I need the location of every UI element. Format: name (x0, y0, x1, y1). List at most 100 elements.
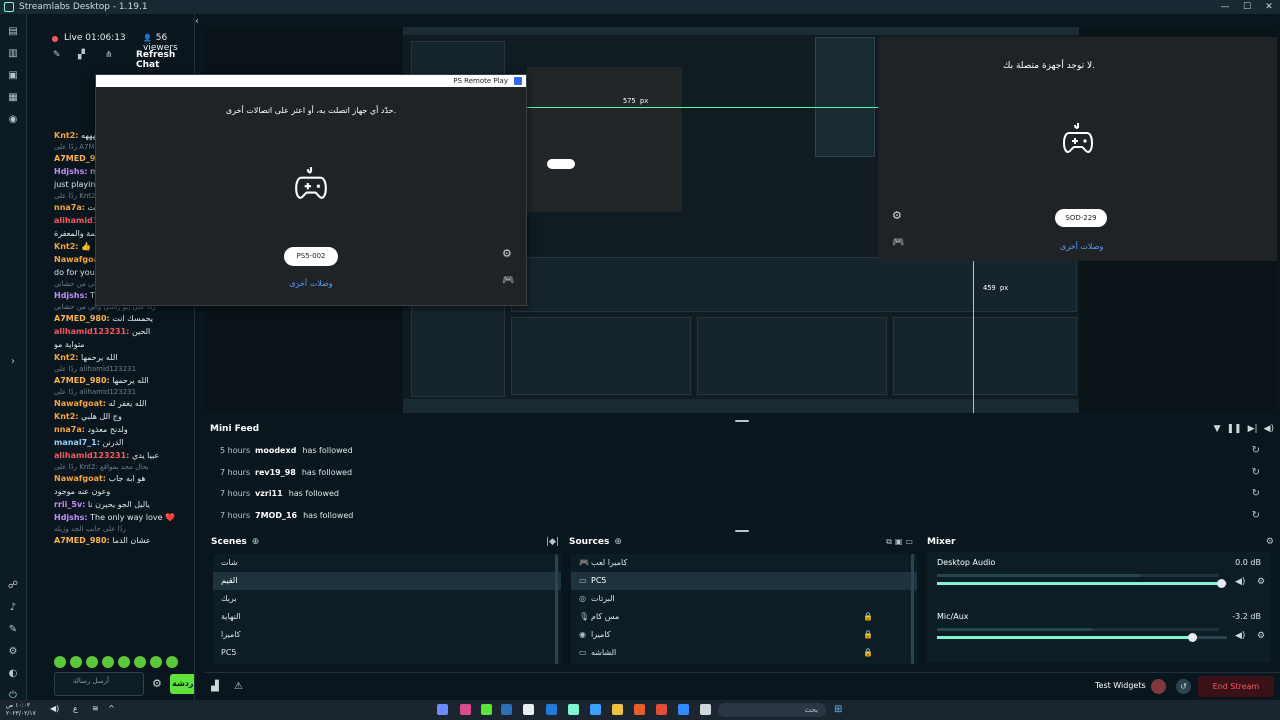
collab-icon[interactable]: ☍ (7, 580, 19, 592)
emote-icon[interactable] (86, 656, 98, 668)
alert-icon[interactable]: ⚠ (234, 681, 243, 692)
tray-chevron-icon[interactable]: ^ (108, 704, 115, 713)
themes-icon[interactable]: ▦ (7, 92, 19, 104)
chat-username[interactable]: Knt2: (54, 353, 78, 362)
chat-settings-icon[interactable]: ⚙ (152, 677, 162, 690)
edge-icon[interactable] (590, 704, 601, 715)
source-item[interactable]: 🎙 مس كام 🔒 (571, 608, 917, 626)
steam-icon[interactable] (501, 704, 512, 715)
app-icon[interactable] (678, 704, 689, 715)
ps-window-title[interactable]: PS Remote Play (96, 75, 526, 87)
chat-input[interactable]: أرسل رسالة (54, 672, 144, 696)
mixer-settings-icon[interactable]: ⚙ (1266, 537, 1274, 547)
chat-username[interactable]: A7MED_980: (54, 536, 110, 545)
editor-icon[interactable]: ▤ (7, 26, 19, 38)
emote-icon[interactable] (166, 656, 178, 668)
app-icon[interactable] (546, 704, 557, 715)
channel-gear-icon[interactable]: ⚙ (1257, 577, 1265, 587)
chat-username[interactable]: Knt2: (54, 242, 78, 251)
end-stream-button[interactable]: End Stream (1198, 676, 1274, 697)
collapse-chat-icon[interactable]: ‹ (195, 16, 199, 27)
chat-send-button[interactable]: الدردشة (170, 674, 194, 694)
app-icon[interactable] (460, 704, 471, 715)
resize-handle[interactable] (735, 530, 749, 532)
maximize-button[interactable]: ☐ (1236, 0, 1258, 14)
chrome-icon[interactable] (656, 704, 667, 715)
replay-alert-icon[interactable]: ↻ (1252, 505, 1260, 526)
expand-chevron-icon[interactable]: › (7, 356, 19, 368)
scene-item[interactable]: بريك (213, 590, 561, 608)
chat-username[interactable]: manal7_1: (54, 438, 100, 447)
streamlabs-taskbar-icon[interactable] (568, 704, 579, 715)
volume-slider-knob[interactable] (1217, 579, 1227, 588)
feed-username[interactable]: moodexd has followed (255, 440, 353, 461)
app-icon[interactable] (634, 704, 645, 715)
chat-username[interactable]: Hdjshs: (54, 513, 88, 522)
source-item[interactable]: 🎮 كاميرا لعب (571, 554, 917, 572)
emote-icon[interactable] (134, 656, 146, 668)
wifi-icon[interactable]: ≋ (92, 704, 99, 713)
ps-device-button[interactable]: PS5-002 (284, 247, 338, 266)
replay-alert-icon[interactable]: ↻ (1252, 440, 1260, 461)
skip-icon[interactable]: ▶| (1248, 424, 1258, 434)
source-tools-icon[interactable]: ⧉▣▭ (886, 537, 916, 547)
feed-username[interactable]: rev19_98 has followed (255, 462, 352, 483)
scene-item[interactable]: كاميرا (213, 626, 561, 644)
sources-scrollbar[interactable] (911, 554, 914, 664)
mute-speaker-icon[interactable]: ◀) (1235, 631, 1245, 641)
add-source-icon[interactable]: ⊕ (614, 537, 622, 547)
ps-remote-play-window[interactable]: PS Remote Play حدّد أي جهاز اتصلت به، أو… (95, 74, 527, 306)
scene-item[interactable]: القيم (213, 572, 561, 590)
record-button[interactable] (1151, 679, 1166, 694)
volume-icon[interactable]: ◀) (1264, 424, 1274, 434)
scene-item[interactable]: PC5 (213, 644, 561, 662)
settings-icon[interactable]: ⚙ (7, 646, 19, 658)
chat-username[interactable]: Knt2: (54, 131, 78, 140)
minimize-button[interactable]: — (1214, 0, 1236, 14)
add-scene-icon[interactable]: ⊕ (252, 537, 260, 547)
chat-username[interactable]: Hdjshs: (54, 167, 88, 176)
gamepad-small-icon[interactable]: 🎮 (502, 275, 514, 286)
app-icon[interactable] (437, 704, 448, 715)
scene-transitions-icon[interactable]: |◆| (546, 537, 559, 547)
lock-icon[interactable]: 🔒 (863, 644, 873, 662)
popout-icon[interactable]: ▞ (78, 50, 85, 60)
taskbar-search[interactable]: بحث (718, 703, 826, 717)
scene-item[interactable]: شات (213, 554, 561, 572)
stats-icon[interactable]: ◉ (7, 114, 19, 126)
refresh-chat-button[interactable]: Refresh Chat (136, 50, 194, 70)
speaker-icon[interactable]: ◀) (50, 704, 59, 713)
chat-username[interactable]: alihamid123231: (54, 327, 129, 336)
replay-alert-icon[interactable]: ↻ (1252, 483, 1260, 504)
windows-start-icon[interactable]: ⊞ (834, 704, 842, 715)
ps-other-connections-link[interactable]: وصلات أخرى (96, 279, 526, 288)
chat-username[interactable]: Knt2: (54, 412, 78, 421)
taskbar-clock[interactable]: ١٠:٠٣ ص ٢٠٢٣/٠٢/١٧ (6, 702, 36, 718)
source-item[interactable]: ▭ الشاشه 🔒 (571, 644, 917, 662)
gear-icon[interactable]: ⚙ (502, 247, 512, 260)
store-icon[interactable]: ▣ (7, 70, 19, 82)
chat-username[interactable]: nna7a: (54, 203, 85, 212)
mute-speaker-icon[interactable]: ◀) (1235, 577, 1245, 587)
language-indicator[interactable]: ع (73, 704, 78, 713)
test-widgets-button[interactable]: Test Widgets (1095, 681, 1146, 690)
channel-gear-icon[interactable]: ⚙ (1257, 631, 1265, 641)
chat-username[interactable]: A7MED_980: (54, 376, 110, 385)
pen-icon[interactable]: ✎ (53, 50, 61, 60)
feed-username[interactable]: 7MOD_16 has followed (255, 505, 353, 526)
lock-icon[interactable]: 🔒 (863, 608, 873, 626)
emote-icon[interactable] (70, 656, 82, 668)
chat-username[interactable]: rrii_5v: (54, 500, 85, 509)
app-icon[interactable] (523, 704, 534, 715)
emote-icon[interactable] (102, 656, 114, 668)
feed-username[interactable]: vzri11 has followed (255, 483, 339, 504)
close-button[interactable]: ✕ (1258, 0, 1280, 14)
volume-slider-knob[interactable] (1188, 633, 1198, 642)
chat-username[interactable]: Nawafgoat: (54, 399, 106, 408)
lock-icon[interactable]: 🔒 (863, 626, 873, 644)
chat-username[interactable]: nna7a: (54, 425, 85, 434)
emote-icon[interactable] (150, 656, 162, 668)
emote-icon[interactable] (54, 656, 66, 668)
volume-slider[interactable] (937, 633, 1227, 642)
explorer-icon[interactable] (612, 704, 623, 715)
